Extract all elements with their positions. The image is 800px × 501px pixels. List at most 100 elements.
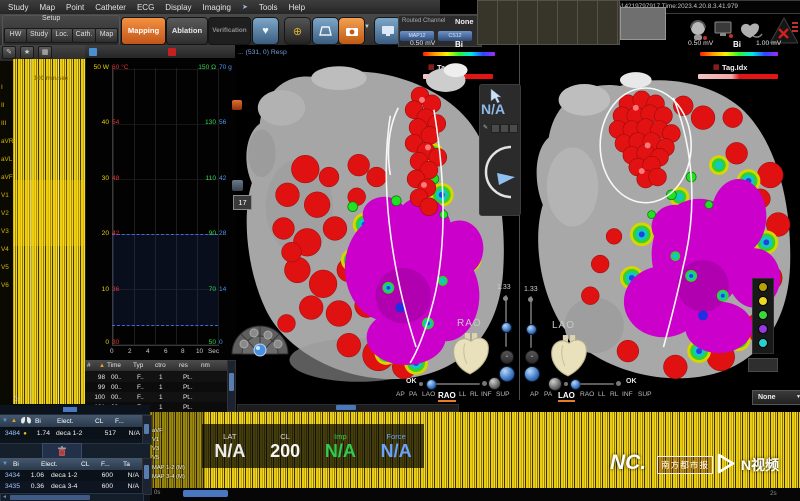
orient-lao-right[interactable]: LAO — [558, 391, 575, 402]
col-bi[interactable]: Bi — [35, 418, 57, 425]
menu-point[interactable]: Point — [66, 3, 84, 12]
scroll-thumb[interactable] — [336, 405, 356, 410]
view-tool-icon[interactable] — [232, 180, 243, 191]
upper-table-scrollbar[interactable] — [142, 415, 152, 445]
gauge-box-2[interactable] — [500, 124, 509, 133]
record-indicator-red[interactable] — [168, 48, 176, 56]
scroll-thumb[interactable] — [144, 424, 149, 434]
col-elect[interactable]: Elect. — [41, 461, 81, 468]
orient-rao-left[interactable]: RAO — [438, 391, 456, 402]
grid-icon[interactable]: ▦ — [38, 46, 52, 59]
ablation-button[interactable]: Ablation — [166, 17, 208, 45]
col-cl[interactable]: CL — [95, 418, 115, 425]
menu-map[interactable]: Map — [39, 3, 55, 12]
tab-loc[interactable]: Loc. — [51, 28, 73, 43]
clip-plane-icon[interactable] — [232, 100, 242, 110]
point-row[interactable]: 9900..F..1Pt.. — [85, 382, 227, 392]
col-f[interactable]: F... — [115, 418, 135, 425]
menu-study[interactable]: Study — [8, 3, 28, 12]
annotation-row[interactable]: 3435 0.36 deca 3-4 600 N/A — [0, 481, 142, 492]
rotation-fan-control[interactable] — [228, 298, 292, 358]
orient-inf-left[interactable]: INF — [481, 391, 492, 398]
compass-button[interactable]: ⊕ — [284, 17, 311, 45]
reset-view-sphere-left[interactable] — [499, 366, 515, 382]
point-row[interactable]: 9800..F..1Pt.. — [85, 372, 227, 382]
graph-indicator-blue[interactable] — [89, 48, 97, 56]
mapping-button[interactable]: Mapping — [121, 17, 166, 45]
tab-cath[interactable]: Cath. — [72, 28, 96, 43]
menu-help[interactable]: Help — [289, 3, 305, 12]
gauge-box-3[interactable] — [509, 124, 518, 133]
tag-type-dropdown[interactable]: None▼ — [752, 390, 800, 405]
points-table-scrollbar[interactable] — [227, 360, 236, 412]
star-icon[interactable]: ★ — [20, 46, 34, 59]
tab-map[interactable]: Map — [95, 28, 118, 43]
gauge-box-1[interactable] — [491, 124, 500, 133]
menu-ecg[interactable]: ECG — [137, 3, 154, 12]
orient-sup-left[interactable]: SUP — [496, 391, 510, 398]
orient-pa-right[interactable]: PA — [544, 391, 552, 398]
ok-label-right[interactable]: OK — [626, 378, 637, 385]
orient-sup-right[interactable]: SUP — [638, 391, 652, 398]
tables-hscrollbar[interactable]: ◄ — [0, 493, 144, 501]
basket-catheter-button[interactable] — [312, 17, 339, 45]
menu-tools[interactable]: Tools — [259, 3, 278, 12]
point-count-badge[interactable]: 17 — [233, 195, 252, 210]
col-f[interactable]: F... — [101, 461, 123, 468]
view-ball-right[interactable] — [548, 377, 562, 391]
tab-study[interactable]: Study — [26, 28, 52, 43]
col-num[interactable]: # — [85, 362, 99, 369]
orient-lao-left[interactable]: LAO — [422, 391, 435, 398]
tag-color-purple[interactable] — [758, 324, 768, 334]
pan-button-left[interactable]: ⌄ — [500, 350, 514, 364]
col-typ[interactable]: Typ — [133, 362, 155, 369]
orient-inf-right[interactable]: INF — [622, 391, 633, 398]
tag-color-yellow[interactable] — [758, 296, 768, 306]
ok-label-left[interactable]: OK — [406, 378, 417, 385]
snapshot-button[interactable] — [338, 17, 365, 45]
tag-input-box[interactable] — [748, 358, 778, 372]
col-res[interactable]: res — [179, 362, 201, 369]
delete-point-tab[interactable] — [42, 443, 82, 459]
col-cl[interactable]: CL — [81, 461, 101, 468]
col-ctro[interactable]: ctro — [155, 362, 179, 369]
workstation-icon[interactable] — [714, 20, 734, 40]
annotate-icon[interactable]: ✎ — [2, 46, 16, 59]
signal-review-popup[interactable] — [477, 0, 620, 45]
tab-hw[interactable]: HW — [4, 28, 27, 43]
col-nm[interactable]: nm — [201, 362, 221, 369]
verification-button[interactable]: Verification — [208, 17, 251, 45]
tag-color-green[interactable] — [758, 310, 768, 320]
orient-ll-left[interactable]: LL — [459, 391, 466, 398]
filter-icon[interactable]: ▼ — [0, 418, 11, 424]
scroll-thumb[interactable] — [63, 407, 77, 412]
zoom-slider-thumb-left[interactable] — [501, 322, 512, 333]
heart-view-button[interactable]: ♥ — [252, 17, 279, 45]
reset-view-sphere-right[interactable] — [524, 366, 540, 382]
filter-icon[interactable]: ▼ — [0, 461, 13, 467]
direction-dial[interactable] — [481, 135, 517, 211]
col-bi[interactable]: Bi — [13, 461, 41, 468]
col-elect[interactable]: Elect. — [57, 418, 95, 425]
orient-ll-right[interactable]: LL — [598, 391, 605, 398]
view-ball-left[interactable] — [488, 377, 501, 390]
zoom-slider-thumb-right[interactable] — [526, 324, 537, 335]
col-ta[interactable]: Ta — [123, 461, 137, 468]
col-time[interactable]: Time — [107, 362, 133, 369]
tag-color-olive[interactable] — [758, 282, 768, 292]
caliper-line-2[interactable] — [58, 59, 59, 404]
annotation-row[interactable]: 3434 1.06 deca 1-2 600 N/A — [0, 470, 142, 481]
pan-button-right[interactable]: ⌄ — [525, 350, 539, 364]
menu-catheter[interactable]: Catheter — [95, 3, 126, 12]
sort-icon[interactable]: ▲ — [11, 418, 20, 424]
orientation-heart-icon-left[interactable] — [450, 331, 492, 376]
routed-channel-value[interactable]: None — [455, 17, 473, 26]
lower-table-scrollbar[interactable] — [142, 458, 152, 495]
sort-icon[interactable]: ▲ — [99, 363, 107, 369]
menu-imaging[interactable]: Imaging — [203, 3, 231, 12]
review-scroll-thumb[interactable] — [183, 490, 228, 497]
scroll-thumb[interactable] — [229, 373, 234, 391]
ablation-selection-region[interactable] — [112, 234, 218, 326]
scroll-thumb[interactable] — [10, 495, 90, 500]
pencil-icon[interactable]: ✎ — [483, 124, 488, 131]
